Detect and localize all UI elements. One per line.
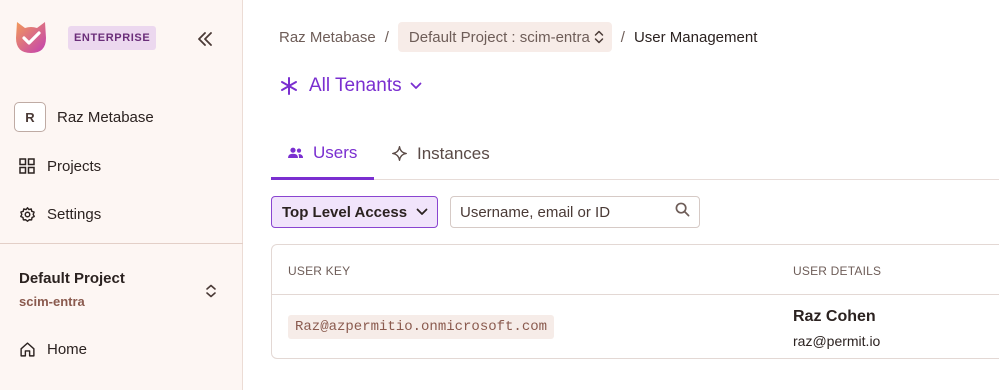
project-name: Default Project [19, 270, 125, 287]
filter-label: Top Level Access [282, 203, 408, 221]
tab-label: Instances [417, 143, 490, 163]
breadcrumb-separator: / [620, 28, 625, 46]
sidebar: ENTERPRISE R Raz Metabase Projects Setti… [0, 0, 243, 390]
table-header: USER KEY USER DETAILS [272, 245, 999, 295]
chevron-down-icon [410, 82, 422, 89]
user-name: Raz Cohen [793, 308, 876, 325]
sidebar-item-label: Projects [47, 157, 102, 175]
sidebar-item-label: Settings [47, 205, 102, 223]
breadcrumb: Raz Metabase / Default Project : scim-en… [279, 22, 757, 52]
sparkle-icon [392, 146, 407, 161]
breadcrumb-project-label: Default Project : scim-entra [408, 28, 590, 46]
user-key: Raz@azpermitio.onmicrosoft.com [288, 315, 555, 339]
collapse-sidebar-button[interactable] [193, 27, 217, 51]
access-level-filter[interactable]: Top Level Access [271, 196, 438, 228]
search-input[interactable] [460, 203, 670, 221]
sidebar-item-projects[interactable]: Projects [18, 157, 101, 175]
tab-bar: Users Instances [271, 128, 999, 180]
users-icon [288, 147, 303, 158]
chevron-down-icon [416, 208, 428, 215]
chevron-up-down-icon [205, 284, 217, 303]
tenant-label: All Tenants [309, 75, 402, 96]
double-chevron-left-icon [198, 32, 212, 46]
permit-logo-icon[interactable] [12, 18, 50, 56]
breadcrumb-org[interactable]: Raz Metabase [279, 29, 376, 46]
org-avatar: R [14, 102, 46, 132]
sidebar-item-label: Home [47, 340, 88, 358]
org-name: Raz Metabase [57, 108, 154, 126]
search-box [450, 196, 700, 228]
sidebar-divider [0, 243, 243, 244]
sidebar-item-home[interactable]: Home [18, 340, 87, 358]
chevron-up-down-icon [594, 30, 604, 44]
column-header-user-key: USER KEY [288, 264, 351, 278]
tab-instances[interactable]: Instances [389, 128, 490, 179]
sidebar-item-settings[interactable]: Settings [18, 205, 101, 223]
enterprise-badge: ENTERPRISE [68, 26, 157, 50]
project-selector[interactable]: Default Project scim-entra [19, 270, 225, 314]
user-email: raz@permit.io [793, 333, 881, 349]
breadcrumb-project-selector[interactable]: Default Project : scim-entra [397, 22, 612, 52]
tab-users[interactable]: Users [271, 128, 374, 180]
search-icon[interactable] [675, 202, 690, 222]
home-icon [18, 340, 36, 358]
organization-selector[interactable]: R Raz Metabase [14, 102, 154, 132]
grid-icon [18, 157, 36, 175]
tenant-selector[interactable]: All Tenants [279, 72, 422, 100]
users-table: USER KEY USER DETAILS Raz@azpermitio.onm… [271, 244, 999, 359]
column-header-user-details: USER DETAILS [793, 264, 882, 278]
table-row[interactable]: Raz@azpermitio.onmicrosoft.com Raz Cohen… [272, 295, 999, 358]
environment-name: scim-entra [19, 294, 85, 309]
breadcrumb-current: User Management [633, 28, 758, 46]
tab-label: Users [313, 142, 358, 162]
gear-icon [18, 205, 36, 223]
breadcrumb-separator: / [384, 28, 389, 46]
asterisk-icon [281, 77, 297, 95]
